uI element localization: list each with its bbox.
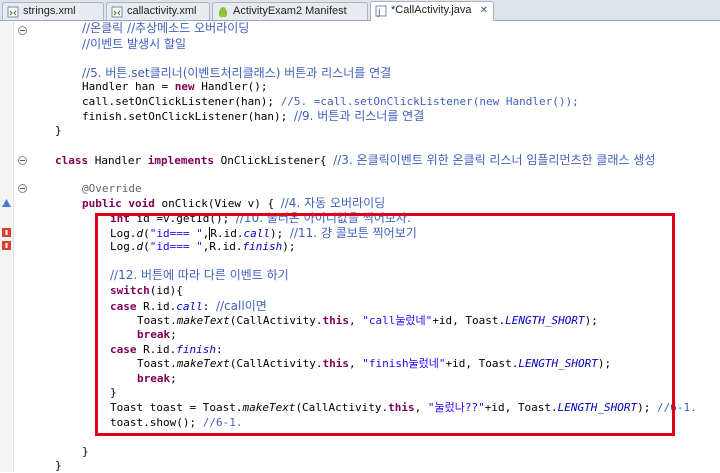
code-line: class Handler implements OnClickListener… [55,153,656,167]
code-line: public void onClick(View v) { //4. 자동 오버… [82,196,386,210]
code-line: //온클릭 //추상메소드 오버라이딩 [82,21,250,35]
code-line: //5. 버튼.set클리너(이벤트처리클래스) 버튼과 리스너를 연결 [82,66,392,80]
code-line: finish.setOnClickListener(han); //9. 버튼과… [82,109,425,123]
code-line: } [55,124,62,137]
code-line: } [82,445,89,458]
code-line: } [55,459,62,472]
code-line: call.setOnClickListener(han); //5. =call… [82,95,579,108]
code-line: @Override [82,182,142,195]
code-line: //이벤트 발생시 할일 [82,37,187,51]
code-line: Handler han = new Handler(); [82,80,268,93]
highlight-box [95,213,675,436]
